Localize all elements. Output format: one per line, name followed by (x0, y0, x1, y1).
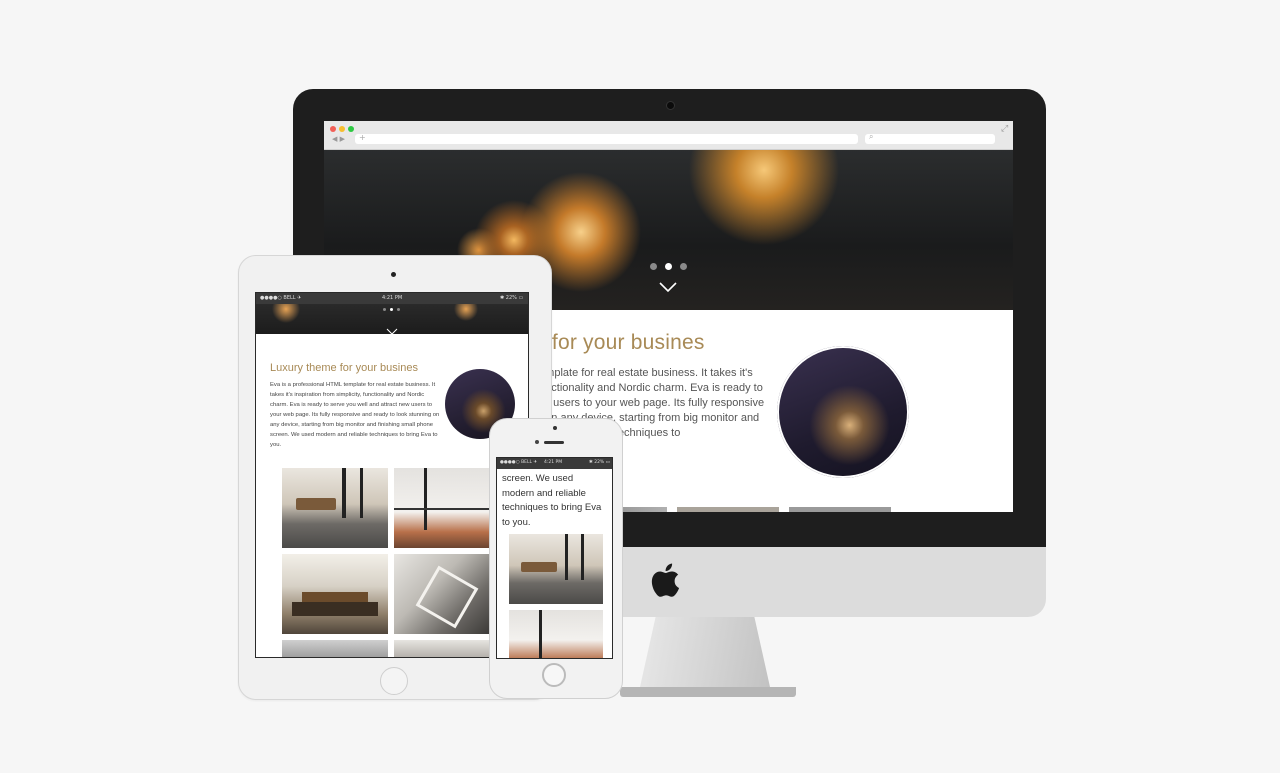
tablet-hero-slider (256, 304, 528, 335)
clock-label: 4:21 PM (544, 460, 563, 465)
imac-camera (666, 101, 675, 110)
gallery-photo[interactable] (509, 534, 603, 604)
battery-label: ✱ 22% ▭ (500, 295, 524, 301)
address-bar[interactable] (355, 134, 858, 144)
tablet-page-title: Luxury theme for your busines (270, 362, 418, 374)
search-input[interactable] (865, 134, 995, 144)
slider-dot-active[interactable] (665, 263, 672, 270)
back-forward-icon[interactable]: ◀ ▶ (332, 135, 345, 143)
chevron-down-icon[interactable] (386, 320, 398, 339)
close-window-button[interactable] (330, 126, 336, 132)
browser-toolbar: ◀ ▶ + ⌕ ⤢ (324, 121, 1013, 150)
phone-speaker (544, 441, 564, 444)
gallery-photo[interactable] (394, 640, 491, 657)
battery-label: ✱ 22% ▭ (589, 460, 610, 465)
gallery-photo[interactable] (282, 554, 388, 634)
slider-dot[interactable] (397, 308, 400, 311)
carrier-label: ●●●●○ BELL ✈ (260, 295, 302, 301)
phone-front-camera (553, 426, 557, 430)
fullscreen-icon[interactable]: ⤢ (1001, 124, 1008, 134)
tablet-camera (391, 272, 396, 277)
imac-stand-base (620, 687, 796, 697)
slider-dot[interactable] (680, 263, 687, 270)
clock-label: 4:21 PM (382, 295, 403, 301)
site-title: e for your busines (534, 331, 705, 354)
gallery-photo[interactable] (394, 554, 491, 634)
phone-body-text: screen. We used modern and reliable tech… (502, 473, 602, 528)
phone-home-button[interactable] (542, 663, 566, 687)
tablet-status-bar: ●●●●○ BELL ✈ 4:21 PM ✱ 22% ▭ (256, 293, 528, 304)
gallery-photo[interactable] (282, 468, 388, 548)
building-image (777, 346, 909, 478)
slider-dot-active[interactable] (390, 308, 393, 311)
tablet-body-text: Eva is a professional HTML template for … (270, 382, 440, 448)
imac-stand (640, 617, 770, 687)
slider-dot[interactable] (650, 263, 657, 270)
chevron-down-icon[interactable] (658, 277, 678, 298)
slider-dot[interactable] (383, 308, 386, 311)
carrier-label: ●●●●○ BELL ✈ (500, 460, 538, 465)
gallery-thumb[interactable] (789, 507, 891, 512)
tablet-home-button[interactable] (380, 667, 408, 695)
gallery-photo[interactable] (282, 640, 388, 657)
tablet-screen: ●●●●○ BELL ✈ 4:21 PM ✱ 22% ▭ Luxury them… (255, 292, 529, 658)
phone-status-bar: ●●●●○ BELL ✈ 4:21 PM ✱ 22% ▭ (497, 458, 612, 469)
gallery-thumb[interactable] (677, 507, 779, 512)
apple-logo-icon (650, 562, 680, 605)
minimize-window-button[interactable] (339, 126, 345, 132)
gallery-photo[interactable] (394, 468, 491, 548)
add-tab-icon[interactable]: + (359, 133, 366, 142)
gallery-photo[interactable] (509, 610, 603, 658)
phone-sensor (535, 440, 539, 444)
phone-screen: ●●●●○ BELL ✈ 4:21 PM ✱ 22% ▭ screen. We … (496, 457, 613, 659)
maximize-window-button[interactable] (348, 126, 354, 132)
search-icon: ⌕ (869, 132, 874, 141)
